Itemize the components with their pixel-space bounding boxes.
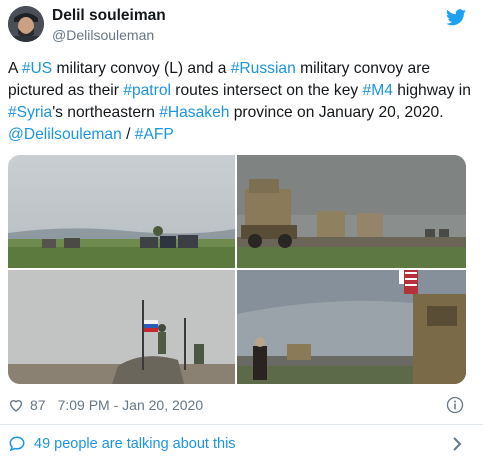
mention-link[interactable]: @Delilsouleman: [8, 126, 122, 143]
hashtag-link[interactable]: #M4: [363, 82, 393, 99]
tweet-text: A #US military convoy (L) and a #Russian…: [8, 58, 473, 146]
photo-convoys-meeting[interactable]: [8, 155, 235, 268]
conversation-label: 49 people are talking about this: [34, 436, 236, 452]
photo-us-mrap-convoy[interactable]: [237, 155, 466, 268]
tweet-text-segment: A: [8, 60, 22, 77]
speech-bubble-icon: [9, 436, 25, 452]
hashtag-link[interactable]: #Hasakeh: [159, 104, 229, 121]
avatar[interactable]: [8, 6, 44, 42]
hashtag-link[interactable]: #US: [22, 60, 52, 77]
tweet-text-segment: /: [121, 126, 135, 143]
author-name[interactable]: Delil souleiman: [52, 7, 166, 25]
media-grid: [8, 155, 466, 384]
tweet-text-segment: province on January 20, 2020.: [229, 104, 444, 121]
timestamp[interactable]: 7:09 PM - Jan 20, 2020: [58, 397, 204, 413]
divider: [0, 424, 483, 425]
photo-soldier-and-civilian[interactable]: [237, 270, 466, 384]
tweet-text-segment: routes intersect on the key: [170, 82, 363, 99]
tweet-text-segment: highway in: [392, 82, 471, 99]
tweet-text-segment: 's northeastern: [52, 104, 160, 121]
tweet-text-segment: military convoy (L) and a: [52, 60, 231, 77]
hashtag-link[interactable]: #patrol: [123, 82, 171, 99]
info-icon[interactable]: [446, 396, 464, 414]
twitter-icon[interactable]: [446, 9, 466, 26]
conversation-link[interactable]: 49 people are talking about this: [8, 433, 468, 455]
hashtag-link[interactable]: #AFP: [135, 126, 174, 143]
photo-russian-flag-vehicle[interactable]: [8, 270, 235, 384]
tweet-meta: 87 7:09 PM - Jan 20, 2020: [8, 395, 203, 415]
like-count: 87: [30, 397, 46, 413]
heart-icon[interactable]: [8, 397, 24, 413]
hashtag-link[interactable]: #Russian: [231, 60, 296, 77]
hashtag-link[interactable]: #Syria: [8, 104, 52, 121]
tweet-card: Delil souleiman @Delilsouleman A #US mil…: [0, 0, 483, 460]
chevron-right-icon: [453, 437, 462, 451]
author-handle[interactable]: @Delilsouleman: [52, 27, 154, 43]
